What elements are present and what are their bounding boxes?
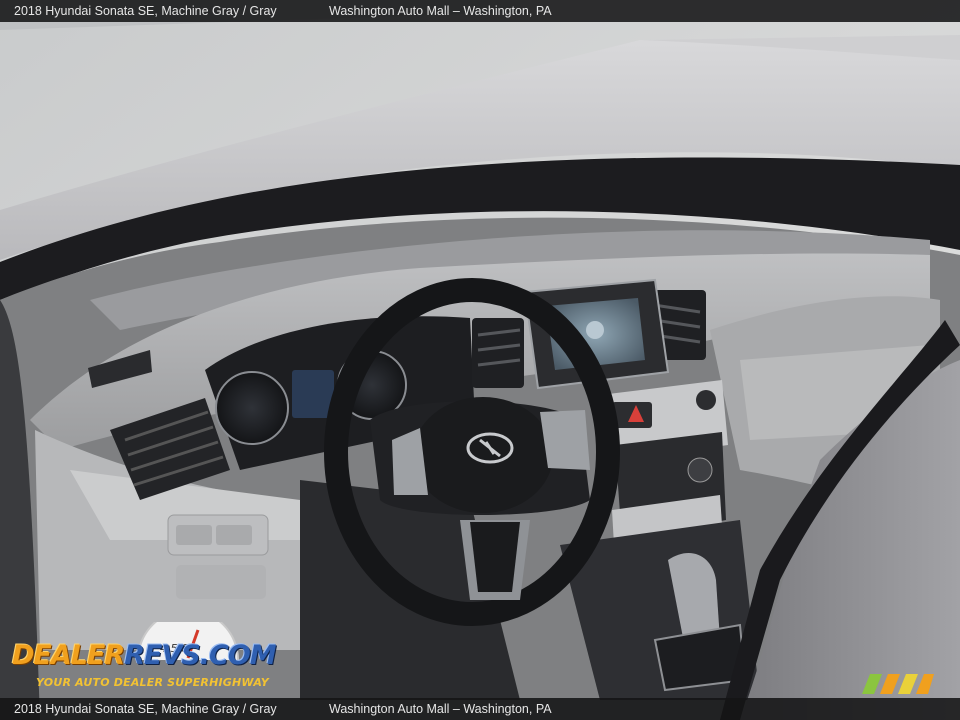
brand-secondary: REVS (124, 640, 201, 671)
cluster-display (292, 370, 334, 418)
car-interior-photo (0, 0, 960, 720)
dealerrevs-brand: DEALERREVS.COM (12, 640, 277, 671)
photo-frame: 2018 Hyundai Sonata SE, Machine Gray / G… (0, 0, 960, 720)
dealerrevs-watermark: 4 5 6 DEALERREVS.COM YOUR AUTO DEALER SU… (10, 622, 277, 696)
vehicle-caption: 2018 Hyundai Sonata SE, Machine Gray / G… (14, 702, 277, 716)
caption-bar-bottom: 2018 Hyundai Sonata SE, Machine Gray / G… (0, 698, 960, 720)
dealer-caption: Washington Auto Mall – Washington, PA (329, 4, 552, 18)
center-vent-left (472, 318, 524, 388)
tachometer-gauge (215, 371, 289, 445)
caption-bar-top: 2018 Hyundai Sonata SE, Machine Gray / G… (0, 0, 960, 22)
dealerrevs-tagline: YOUR AUTO DEALER SUPERHIGHWAY (36, 676, 269, 689)
dealerrevs-stripes-icon (862, 674, 934, 694)
brand-primary: DEALER (12, 640, 125, 671)
vehicle-caption: 2018 Hyundai Sonata SE, Machine Gray / G… (14, 4, 277, 18)
brand-suffix: .COM (199, 640, 277, 671)
dealer-caption: Washington Auto Mall – Washington, PA (329, 702, 552, 716)
